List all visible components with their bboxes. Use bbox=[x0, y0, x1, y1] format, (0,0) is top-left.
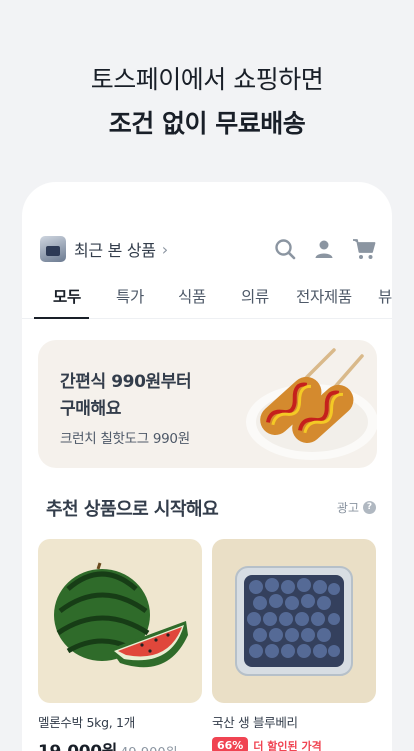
cart-icon[interactable] bbox=[352, 238, 376, 260]
headline-line1: 토스페이에서 쇼핑하면 bbox=[90, 65, 324, 94]
banner-title-line2: 구매해요 bbox=[60, 399, 121, 419]
product-price: 19,000원 bbox=[38, 737, 117, 751]
tab-all[interactable]: 모두 bbox=[53, 285, 81, 307]
blueberry-image bbox=[212, 539, 376, 703]
user-icon[interactable] bbox=[314, 239, 334, 259]
discount-text: 더 할인된 가격 bbox=[253, 739, 322, 751]
active-tab-indicator bbox=[34, 317, 89, 319]
banner-title-line1: 간편식 990원부터 bbox=[60, 372, 192, 392]
promo-banner[interactable]: 간편식 990원부터 구매해요 크런치 칠핫도그 990원 bbox=[38, 340, 377, 468]
tab-clothing[interactable]: 의류 bbox=[241, 285, 269, 307]
product-card-blueberry[interactable]: 국산 생 블루베리 66% 더 할인된 가격 bbox=[212, 539, 376, 751]
watermelon-image bbox=[38, 539, 202, 703]
recent-products-link[interactable]: 최근 본 상품 bbox=[74, 237, 156, 261]
ad-text: 광고 bbox=[336, 501, 359, 515]
ad-label[interactable]: 광고 ? bbox=[337, 499, 376, 516]
tab-special-deals[interactable]: 특가 bbox=[116, 285, 144, 307]
tab-beauty[interactable]: 뷰 bbox=[378, 285, 392, 307]
headline-line2: 조건 없이 무료배송 bbox=[108, 109, 306, 138]
product-card-watermelon[interactable]: 멜론수박 5kg, 1개 19,000원 49,900원 bbox=[38, 539, 202, 751]
product-name: 국산 생 블루베리 bbox=[212, 715, 298, 730]
section-title: 추천 상품으로 시작해요 bbox=[46, 499, 219, 520]
tab-food[interactable]: 식품 bbox=[178, 285, 206, 307]
search-icon[interactable] bbox=[274, 238, 296, 260]
banner-subtitle: 크런치 칠핫도그 990원 bbox=[60, 431, 190, 447]
app-screen-card: 최근 본 상품 › 모두 특가 식품 의류 전자제품 뷰 간편식 990원부터 … bbox=[22, 182, 392, 751]
category-tabs: 모두 특가 식품 의류 전자제품 뷰 bbox=[22, 285, 392, 319]
product-name: 멜론수박 5kg, 1개 bbox=[38, 715, 135, 730]
recent-product-thumbnail[interactable] bbox=[40, 236, 66, 262]
chevron-right-icon[interactable]: › bbox=[162, 240, 168, 259]
discount-badge: 66% bbox=[212, 737, 249, 751]
product-original-price: 49,900원 bbox=[120, 742, 177, 751]
info-icon[interactable]: ? bbox=[363, 501, 376, 514]
tab-electronics[interactable]: 전자제품 bbox=[296, 285, 352, 307]
promo-headline: 토스페이에서 쇼핑하면 조건 없이 무료배송 bbox=[0, 58, 414, 146]
top-bar: 최근 본 상품 › bbox=[40, 234, 376, 264]
corndog-image bbox=[246, 348, 377, 460]
